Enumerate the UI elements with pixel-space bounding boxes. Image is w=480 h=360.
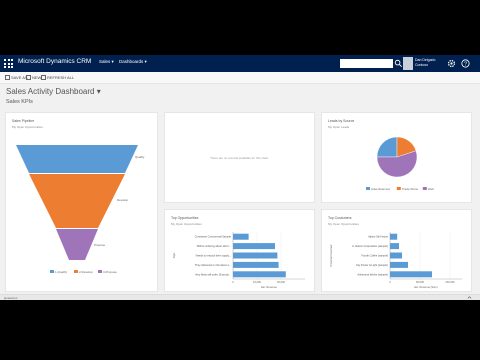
crm-window: Microsoft Dynamics CRM Sales ▾ Dashboard… — [0, 55, 480, 300]
chevron-down-icon: ▾ — [144, 59, 147, 64]
sales-pipeline-tile[interactable]: Sales Pipeline My Open Opportunities Qua… — [5, 112, 158, 292]
legend-item: Web — [428, 187, 434, 191]
section-title: Sales KPIs — [6, 99, 33, 105]
y-tick-label: Alpine Ski House — [368, 235, 388, 239]
bar[interactable] — [233, 243, 275, 250]
chevron-down-icon: ▾ — [111, 59, 114, 64]
y-tick-label: They delivered on the latest a... — [195, 263, 231, 267]
command-bar: SAVE AS NEW REFRESH ALL — [0, 72, 480, 84]
app-grid-icon[interactable] — [4, 59, 13, 68]
dashboard-area: Sales Activity Dashboard ▾ Sales KPIs Sa… — [0, 84, 480, 300]
page-title: Sales Activity Dashboard — [6, 87, 95, 96]
y-tick-label: Adventure Works (sample) — [357, 272, 388, 276]
top-navigation-bar: Microsoft Dynamics CRM Sales ▾ Dashboard… — [0, 55, 480, 72]
y-tick-label: Very likely will order 18 produ... — [195, 272, 231, 276]
top-opportunities-chart: 0 10,000 20,000 Consistent Commercial Sampl… — [172, 232, 305, 289]
top-opportunities-tile[interactable]: Top Opportunities My Open Opportunities … — [164, 209, 315, 292]
chevron-up-icon[interactable] — [467, 295, 472, 300]
empty-chart-tile[interactable]: There are no records available for this … — [164, 112, 315, 203]
help-icon[interactable]: ? — [460, 58, 471, 69]
y-tick-label: A. Datum Corporation (sample) — [352, 244, 388, 248]
legend-item: 2-Develop — [79, 270, 93, 274]
x-tick-label: 20,000 — [277, 280, 285, 284]
top-customers-chart: 0 50,000 100,000 Alpine Ski House A. Datum C… — [329, 232, 462, 289]
legend-swatch — [50, 270, 54, 273]
funnel-label: Qualify — [135, 155, 145, 159]
user-info[interactable]: Dan Delgado Contoso — [415, 58, 435, 67]
x-tick-label: 0 — [389, 280, 391, 284]
status-bar: javascript:; — [0, 294, 480, 300]
y-tick-label: Consistent Commercial Sample — [195, 235, 232, 239]
bar[interactable] — [233, 271, 286, 278]
x-tick-label: 0 — [232, 280, 234, 284]
save-icon — [5, 75, 10, 80]
bar[interactable] — [233, 261, 279, 268]
pie-slice[interactable] — [376, 136, 398, 158]
nav-dashboards[interactable]: Dashboards ▾ — [119, 59, 147, 65]
new-icon — [26, 75, 31, 80]
x-axis-label: Est. Revenue — [261, 285, 277, 289]
bar[interactable] — [390, 271, 432, 278]
new-button[interactable]: NEW — [26, 75, 41, 80]
status-text: javascript:; — [4, 296, 19, 300]
x-tick-label: 50,000 — [416, 280, 424, 284]
bar[interactable] — [233, 233, 249, 240]
legend-swatch — [74, 270, 78, 273]
legend-item: 1-Qualify — [55, 270, 68, 274]
save-as-button[interactable]: SAVE AS — [5, 75, 28, 80]
nav-sales[interactable]: Sales ▾ — [99, 59, 114, 65]
funnel-stage-develop[interactable] — [29, 174, 125, 228]
gear-icon[interactable] — [446, 58, 457, 69]
top-customers-tile[interactable]: Top Customers My Open Opportunities 0 50,… — [321, 209, 472, 292]
avatar[interactable] — [403, 57, 413, 70]
refresh-all-button[interactable]: REFRESH ALL — [41, 75, 74, 80]
legend-swatch — [98, 270, 102, 273]
refresh-icon — [41, 75, 46, 80]
funnel-stage-qualify[interactable] — [16, 145, 138, 173]
funnel-chart: Qualify Develop Propose 1-Qualify 2-Deve… — [16, 145, 145, 274]
bar[interactable] — [390, 252, 402, 259]
funnel-label: Propose — [94, 243, 106, 247]
search-input[interactable] — [340, 59, 393, 68]
x-tick-label: 100,000 — [445, 280, 455, 284]
y-axis-label: Topic — [172, 252, 176, 259]
bar[interactable] — [390, 261, 408, 268]
legend-swatch — [366, 187, 370, 190]
bar[interactable] — [390, 233, 398, 240]
legend-item: Advertisement — [371, 187, 390, 191]
y-axis-label: Potential Customer — [329, 244, 333, 266]
leads-by-source-tile[interactable]: Leads by Source My Open Leads Advertisem… — [321, 112, 472, 203]
empty-message: There are no records available for this … — [210, 156, 269, 160]
legend-item: Trade Show — [402, 187, 419, 191]
pie-chart: Advertisement Trade Show Web — [366, 136, 434, 191]
x-tick-label: 10,000 — [253, 280, 261, 284]
legend-swatch — [422, 187, 427, 190]
funnel-label: Develop — [117, 198, 128, 202]
y-tick-label: Needs to restock their supply... — [196, 254, 232, 258]
app-title[interactable]: Microsoft Dynamics CRM — [18, 58, 91, 65]
search-icon[interactable] — [394, 59, 403, 68]
y-tick-label: Fourth Coffee (sample) — [361, 254, 388, 258]
y-tick-label: City Power & Light (sample) — [356, 263, 388, 267]
legend-item: 3-Propose — [103, 270, 117, 274]
dashboard-selector[interactable]: Sales Activity Dashboard ▾ — [6, 87, 101, 96]
bar[interactable] — [390, 243, 399, 250]
chevron-down-icon: ▾ — [96, 87, 101, 96]
y-tick-label: Will be ordering about 110 it... — [197, 244, 232, 248]
x-axis-label: Est. Revenue (Sum) — [414, 285, 437, 289]
bar[interactable] — [233, 252, 278, 259]
funnel-stage-propose[interactable] — [56, 229, 98, 260]
svg-text:?: ? — [464, 61, 467, 67]
legend-swatch — [396, 187, 401, 190]
